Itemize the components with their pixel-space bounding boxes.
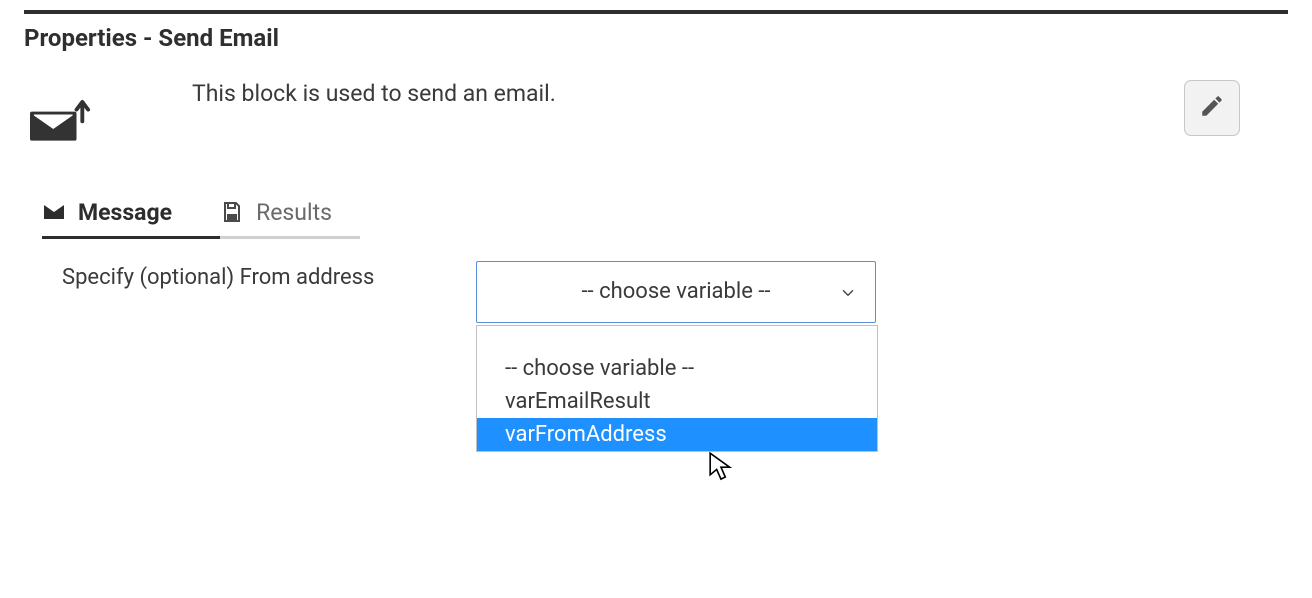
panel-description: This block is used to send an email. [192, 80, 1184, 107]
from-address-selected-value: -- choose variable -- [581, 279, 770, 304]
from-address-dropdown: -- choose variable -- varEmailResult var… [476, 325, 878, 452]
top-divider [24, 10, 1288, 14]
tab-message[interactable]: Message [42, 199, 220, 239]
from-address-select[interactable]: -- choose variable -- [476, 261, 876, 323]
pencil-icon [1199, 93, 1225, 123]
from-address-label: Specify (optional) From address [62, 261, 476, 290]
tab-message-label: Message [78, 199, 172, 226]
dropdown-option-varemailresult[interactable]: varEmailResult [477, 385, 877, 418]
mouse-cursor-icon [708, 451, 734, 481]
dropdown-padding [477, 326, 877, 352]
tab-results[interactable]: Results [220, 199, 360, 239]
panel-title: Properties - Send Email [24, 24, 1288, 52]
send-email-icon [30, 98, 92, 149]
envelope-icon [42, 200, 66, 224]
dropdown-option-varfromaddress[interactable]: varFromAddress [477, 418, 877, 451]
tab-results-label: Results [256, 199, 332, 226]
tabs: Message Results [42, 199, 1288, 239]
chevron-down-icon [839, 283, 857, 301]
dropdown-option-placeholder[interactable]: -- choose variable -- [477, 352, 877, 385]
edit-button[interactable] [1184, 80, 1240, 136]
save-icon [220, 200, 244, 224]
